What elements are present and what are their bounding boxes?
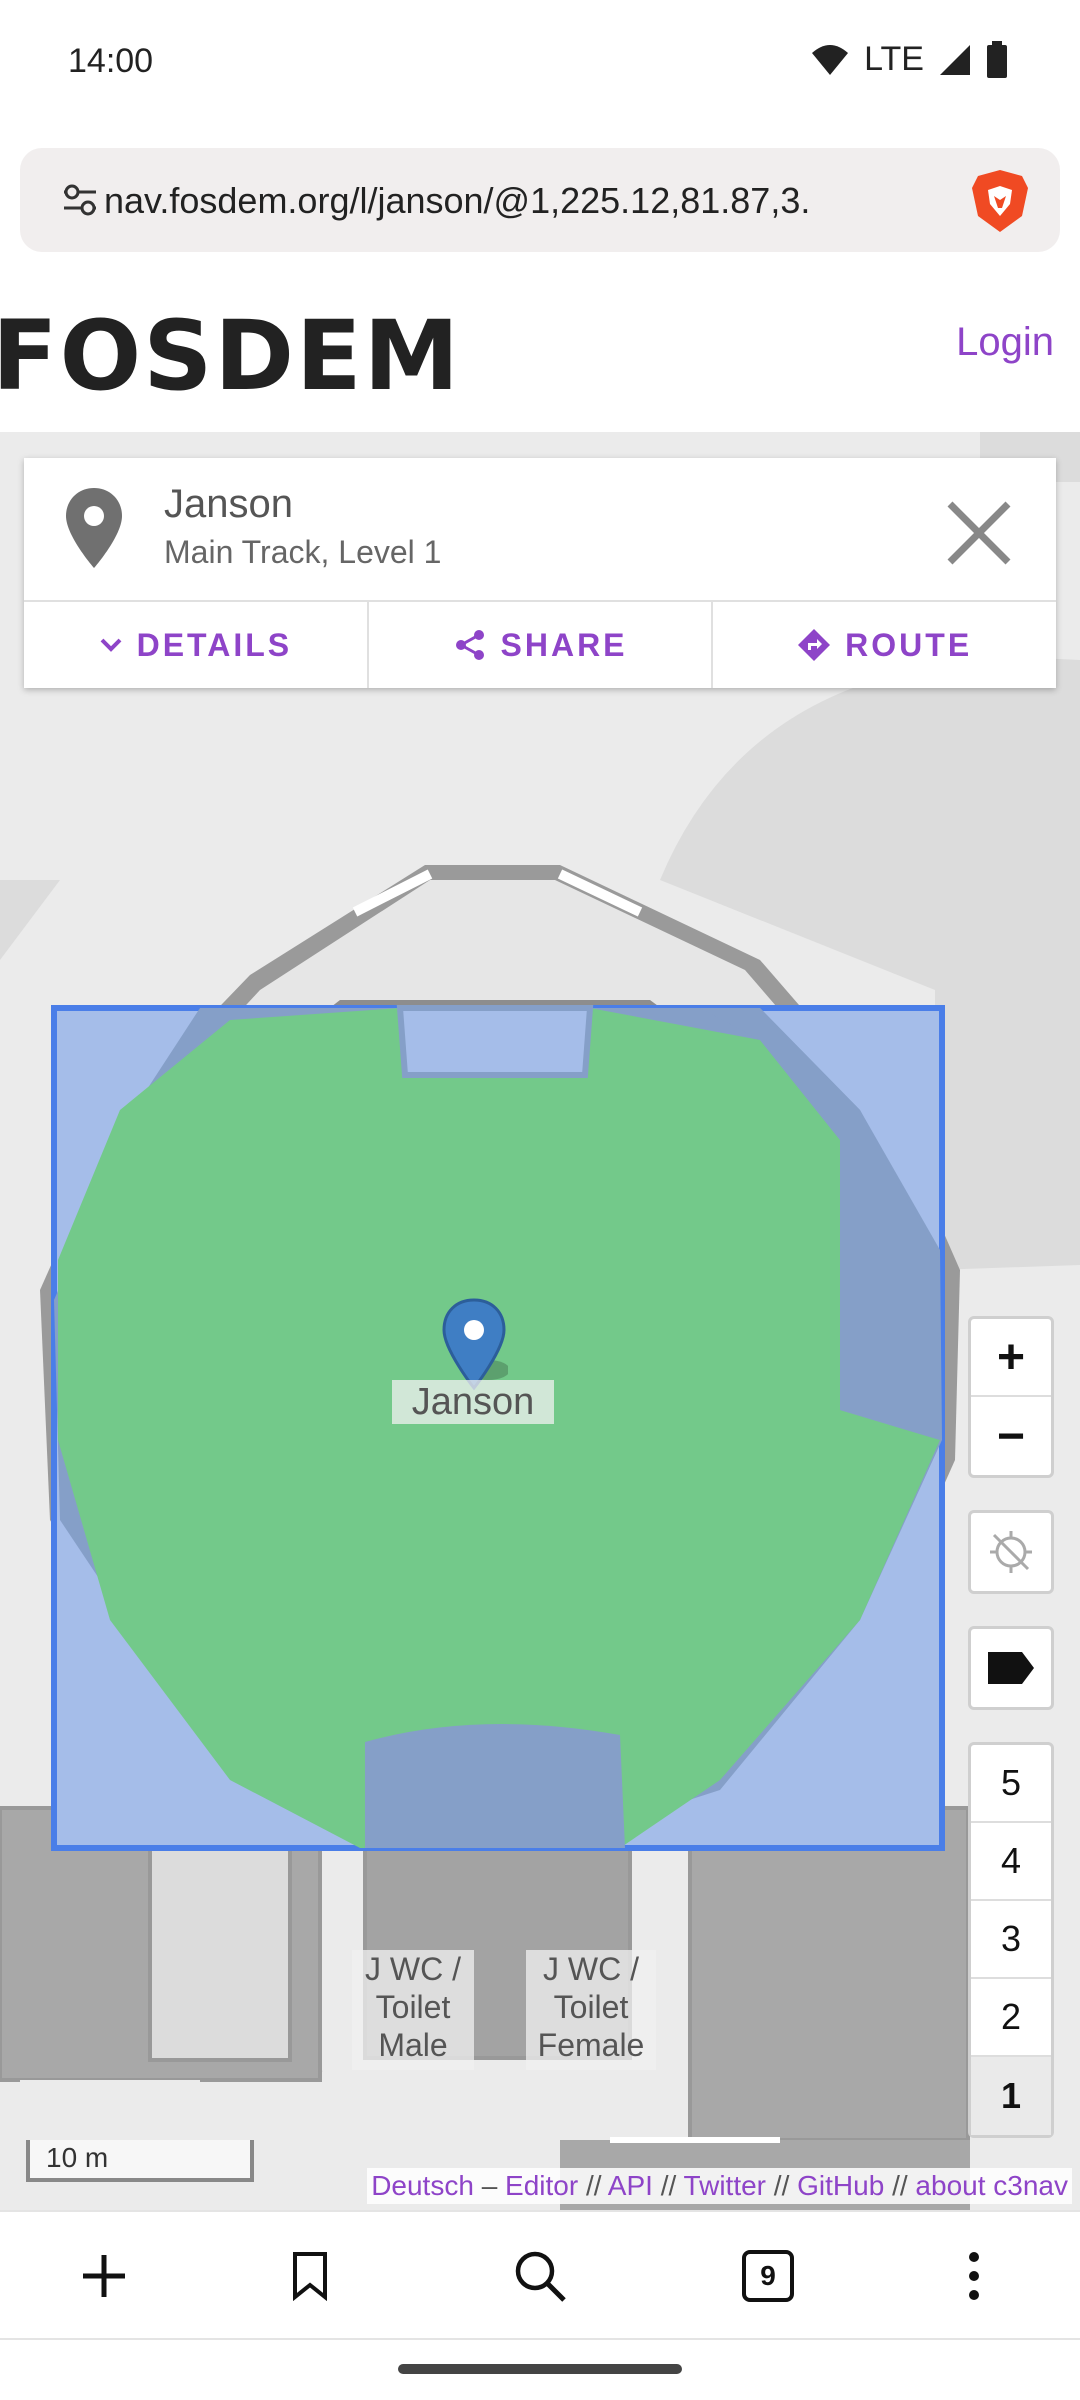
room-label-toilet-male-text: J WC / Toilet Male (365, 1951, 461, 2063)
level-5-button[interactable]: 5 (971, 1745, 1051, 1823)
level-3-button[interactable]: 3 (971, 1901, 1051, 1979)
more-vert-icon (969, 2252, 979, 2300)
search-button[interactable] (480, 2212, 600, 2340)
signal-icon (940, 44, 970, 75)
level-2-button[interactable]: 2 (971, 1979, 1051, 2057)
menu-button[interactable] (914, 2212, 1034, 2340)
labels-control (968, 1626, 1054, 1710)
route-label: ROUTE (845, 626, 973, 663)
level-4-button[interactable]: 4 (971, 1823, 1051, 1901)
level-1-button[interactable]: 1 (971, 2057, 1051, 2135)
location-card: Janson Main Track, Level 1 DETAILS SHARE… (24, 458, 1056, 688)
twitter-link[interactable]: Twitter (684, 2170, 766, 2201)
zoom-control: + − (968, 1316, 1054, 1478)
locate-button[interactable] (971, 1513, 1051, 1591)
share-button[interactable]: SHARE (369, 602, 714, 688)
battery-icon (987, 40, 1007, 78)
about-c3nav-link[interactable]: about c3nav (915, 2170, 1068, 2201)
level-selector: 5 4 3 2 1 (968, 1742, 1054, 2138)
locate-control (968, 1510, 1054, 1594)
attribution-sep-1: // (585, 2170, 602, 2201)
attribution-sep-4: // (892, 2170, 908, 2201)
address-bar[interactable]: nav.fosdem.org/l/janson/@1,225.12,81.87,… (20, 148, 1060, 252)
search-icon (515, 2251, 566, 2302)
label-icon (988, 1652, 1034, 1684)
close-icon[interactable] (944, 498, 1014, 568)
browser-toolbar: 9 (0, 2210, 1080, 2338)
share-icon (455, 630, 484, 660)
room-label-toilet-female: J WC / Toilet Female (526, 1950, 656, 2070)
bookmark-icon (293, 2252, 327, 2301)
tab-count: 9 (760, 2260, 776, 2291)
github-link[interactable]: GitHub (797, 2170, 884, 2201)
share-label: SHARE (500, 626, 628, 663)
location-subtitle: Main Track, Level 1 (164, 534, 442, 570)
tabs-button[interactable]: 9 (708, 2212, 828, 2340)
room-label-toilet-male: J WC / Toilet Male (352, 1950, 474, 2070)
editor-link[interactable]: Editor (505, 2170, 578, 2201)
map-scale: 10 m (26, 2140, 254, 2182)
map-attribution: Deutsch – Editor // API // Twitter // Gi… (367, 2168, 1072, 2204)
location-disabled-icon (990, 1531, 1032, 1573)
site-settings-icon[interactable] (60, 180, 100, 220)
location-title: Janson (164, 482, 293, 526)
room-label-toilet-female-text: J WC / Toilet Female (537, 1951, 645, 2063)
status-bar: 14:00 LTE (0, 0, 1080, 130)
login-link[interactable]: Login (956, 320, 1054, 365)
attribution-dash: – (481, 2170, 498, 2201)
route-button[interactable]: ROUTE (713, 602, 1056, 688)
status-time: 14:00 (68, 42, 154, 80)
network-type: LTE (864, 40, 924, 78)
chevron-down-icon (100, 638, 121, 652)
zoom-in-button[interactable]: + (971, 1319, 1051, 1397)
wifi-icon (812, 44, 849, 75)
url-text[interactable]: nav.fosdem.org/l/janson/@1,225.12,81.87,… (104, 180, 964, 222)
api-link[interactable]: API (608, 2170, 653, 2201)
deutsch-link[interactable]: Deutsch (371, 2170, 474, 2201)
map-canvas[interactable] (0, 432, 1080, 2210)
new-tab-button[interactable] (44, 2212, 164, 2340)
attribution-sep-2: // (660, 2170, 677, 2201)
status-icons: LTE (810, 40, 1008, 79)
fosdem-logo[interactable]: FOSDEM (0, 300, 461, 412)
site-header: FOSDEM Login (0, 280, 1080, 432)
attribution-sep-3: // (773, 2170, 790, 2201)
zoom-out-button[interactable]: − (971, 1397, 1051, 1475)
details-label: DETAILS (136, 626, 293, 663)
plus-icon (83, 2255, 125, 2297)
brave-shields-icon[interactable] (968, 168, 1032, 234)
details-button[interactable]: DETAILS (24, 602, 369, 688)
marker-label: Janson (392, 1380, 554, 1424)
labels-toggle-button[interactable] (971, 1629, 1051, 1707)
location-pin-icon (66, 488, 122, 568)
tab-count-badge: 9 (742, 2250, 794, 2302)
card-actions: DETAILS SHARE ROUTE (24, 600, 1056, 688)
route-icon (798, 629, 831, 661)
gesture-handle[interactable] (398, 2364, 682, 2374)
map-view[interactable]: Janson J WC / Toilet Male J WC / Toilet Fema… (0, 432, 1080, 2210)
bookmarks-button[interactable] (250, 2212, 370, 2340)
